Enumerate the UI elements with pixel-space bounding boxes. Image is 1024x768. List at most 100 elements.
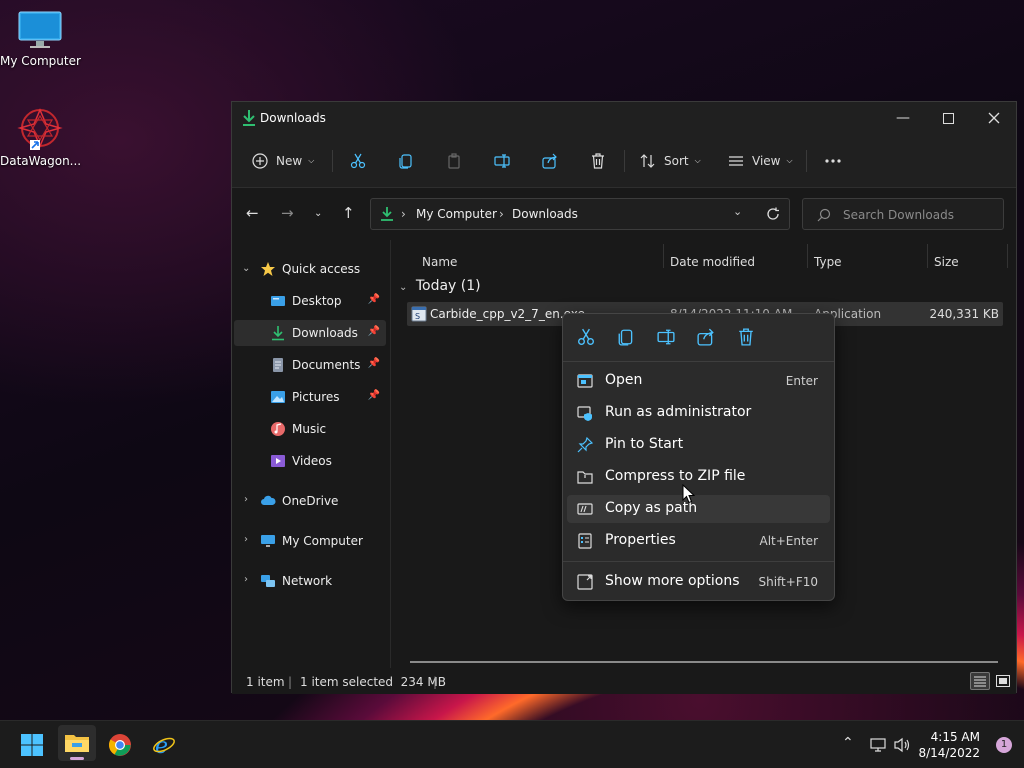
refresh-icon[interactable] [766,207,780,221]
sidebar-item-music[interactable]: Music [234,416,386,442]
clock-date: 8/14/2022 [918,746,980,760]
trash-icon [592,153,604,169]
address-dropdown-icon[interactable]: ⌄ [733,205,742,218]
rename-icon[interactable] [657,328,675,346]
sidebar-item-videos[interactable]: Videos [234,448,386,474]
maximize-button[interactable] [925,102,971,134]
sidebar-item-quick-access[interactable]: Quick access [260,256,386,282]
menu-item-shortcut: Shift+F10 [758,575,818,589]
column-divider[interactable] [663,244,664,268]
active-app-indicator [70,757,84,760]
menu-item-properties[interactable]: Properties Alt+Enter [567,527,830,555]
download-arrow-icon [243,110,255,126]
zip-folder-icon [577,471,593,484]
taskbar: e ⌃ 4:15 AM 8/14/2022 1 [0,720,1024,768]
menu-item-label: Compress to ZIP file [605,468,746,484]
command-bar: New ⌵ Sort ⌵ View ⌵ [232,134,1016,188]
view-button[interactable]: View ⌵ [728,146,793,176]
close-button[interactable] [971,102,1017,134]
sidebar-item-downloads[interactable]: Downloads 📌 [234,320,386,346]
notification-badge[interactable]: 1 [996,737,1012,753]
sidebar-item-network[interactable]: Network [260,568,386,594]
column-header-date-modified[interactable]: Date modified [670,248,755,276]
column-divider[interactable] [1007,244,1008,268]
maximize-icon [942,112,954,124]
column-divider[interactable] [807,244,808,268]
forward-button[interactable]: → [281,204,294,222]
application-exe-icon: S [411,306,427,322]
sidebar-item-pictures[interactable]: Pictures 📌 [234,384,386,410]
sidebar-item-label: Network [282,574,333,588]
desktop-icon-my-computer[interactable]: My Computer [0,10,81,68]
taskbar-chrome[interactable] [104,729,136,761]
paste-button[interactable] [446,146,462,176]
properties-icon [578,533,592,549]
desktop-icon-label: My Computer [0,54,81,68]
tiles-view-icon [996,675,1010,687]
menu-item-copy-as-path[interactable]: Copy as path [567,495,830,523]
taskbar-internet-explorer[interactable]: e [148,729,180,761]
column-header-type[interactable]: Type [814,248,842,276]
sidebar-item-label: Pictures [292,390,340,404]
taskbar-file-explorer[interactable] [58,725,96,761]
clock[interactable]: 4:15 AM 8/14/2022 [918,729,980,761]
horizontal-scrollbar[interactable] [410,661,998,663]
desktop-icon-datawagon[interactable]: DataWagon... [0,106,81,168]
expand-chevron-icon[interactable]: ⌄ [242,263,250,274]
recent-locations-button[interactable]: ⌄ [314,208,322,219]
start-button[interactable] [16,729,48,761]
share-button[interactable] [542,146,558,176]
sidebar-item-documents[interactable]: Documents 📌 [234,352,386,378]
share-icon[interactable] [697,328,715,346]
menu-item-show-more-options[interactable]: Show more options Shift+F10 [567,568,830,596]
show-hidden-icons-button[interactable]: ⌃ [842,735,854,751]
expand-chevron-icon[interactable]: › [244,534,248,545]
sidebar-item-my-computer[interactable]: My Computer [260,528,386,554]
sidebar-item-onedrive[interactable]: OneDrive [260,488,386,514]
menu-separator [563,561,834,562]
chevron-down-icon: ⌵ [694,156,701,165]
breadcrumb-my-computer[interactable]: My Computer [416,207,497,221]
cut-button[interactable] [350,146,366,176]
up-button[interactable]: ↑ [342,204,355,222]
selected-info: 1 item selected 234 MB [300,675,446,689]
minimize-button[interactable]: — [880,102,926,134]
sidebar-item-label: My Computer [282,534,363,548]
more-options-button[interactable] [824,146,842,176]
tiles-view-button[interactable] [993,672,1013,690]
menu-item-run-as-administrator[interactable]: Run as administrator [567,399,830,427]
copy-button[interactable] [398,146,414,176]
sort-button[interactable]: Sort ⌵ [640,146,701,176]
scissors-icon[interactable] [577,328,595,346]
clock-time: 4:15 AM [930,730,980,744]
search-box[interactable]: Search Downloads [802,198,1004,230]
delete-button[interactable] [590,146,606,176]
group-header[interactable]: ⌄ Today (1) [399,278,481,294]
column-header-name[interactable]: Name [422,248,457,276]
expand-chevron-icon[interactable]: › [244,574,248,585]
menu-item-open[interactable]: Open Enter [567,367,830,395]
menu-item-pin-to-start[interactable]: Pin to Start [567,431,830,459]
copy-icon[interactable] [617,328,635,346]
more-options-icon [577,574,593,590]
network-status-icon[interactable] [870,737,888,753]
menu-item-compress-to-zip[interactable]: Compress to ZIP file [567,463,830,491]
address-bar[interactable]: › My Computer › Downloads ⌄ [370,198,790,230]
column-header-size[interactable]: Size [934,248,959,276]
sidebar-item-desktop[interactable]: Desktop 📌 [234,288,386,314]
expand-chevron-icon[interactable]: › [244,494,248,505]
breadcrumb-downloads[interactable]: Downloads [512,207,578,221]
pin-icon: 📌 [367,326,380,337]
trash-icon[interactable] [737,328,755,346]
pin-icon [577,437,593,453]
menu-item-label: Run as administrator [605,404,752,420]
video-icon [271,455,285,467]
volume-icon[interactable] [894,737,912,753]
column-divider[interactable] [927,244,928,268]
back-button[interactable]: ← [246,204,259,222]
rename-button[interactable] [494,146,510,176]
new-button[interactable]: New ⌵ [252,146,314,176]
menu-item-shortcut: Enter [785,374,818,388]
title-bar[interactable]: Downloads — [232,102,1016,134]
details-view-button[interactable] [970,672,990,690]
